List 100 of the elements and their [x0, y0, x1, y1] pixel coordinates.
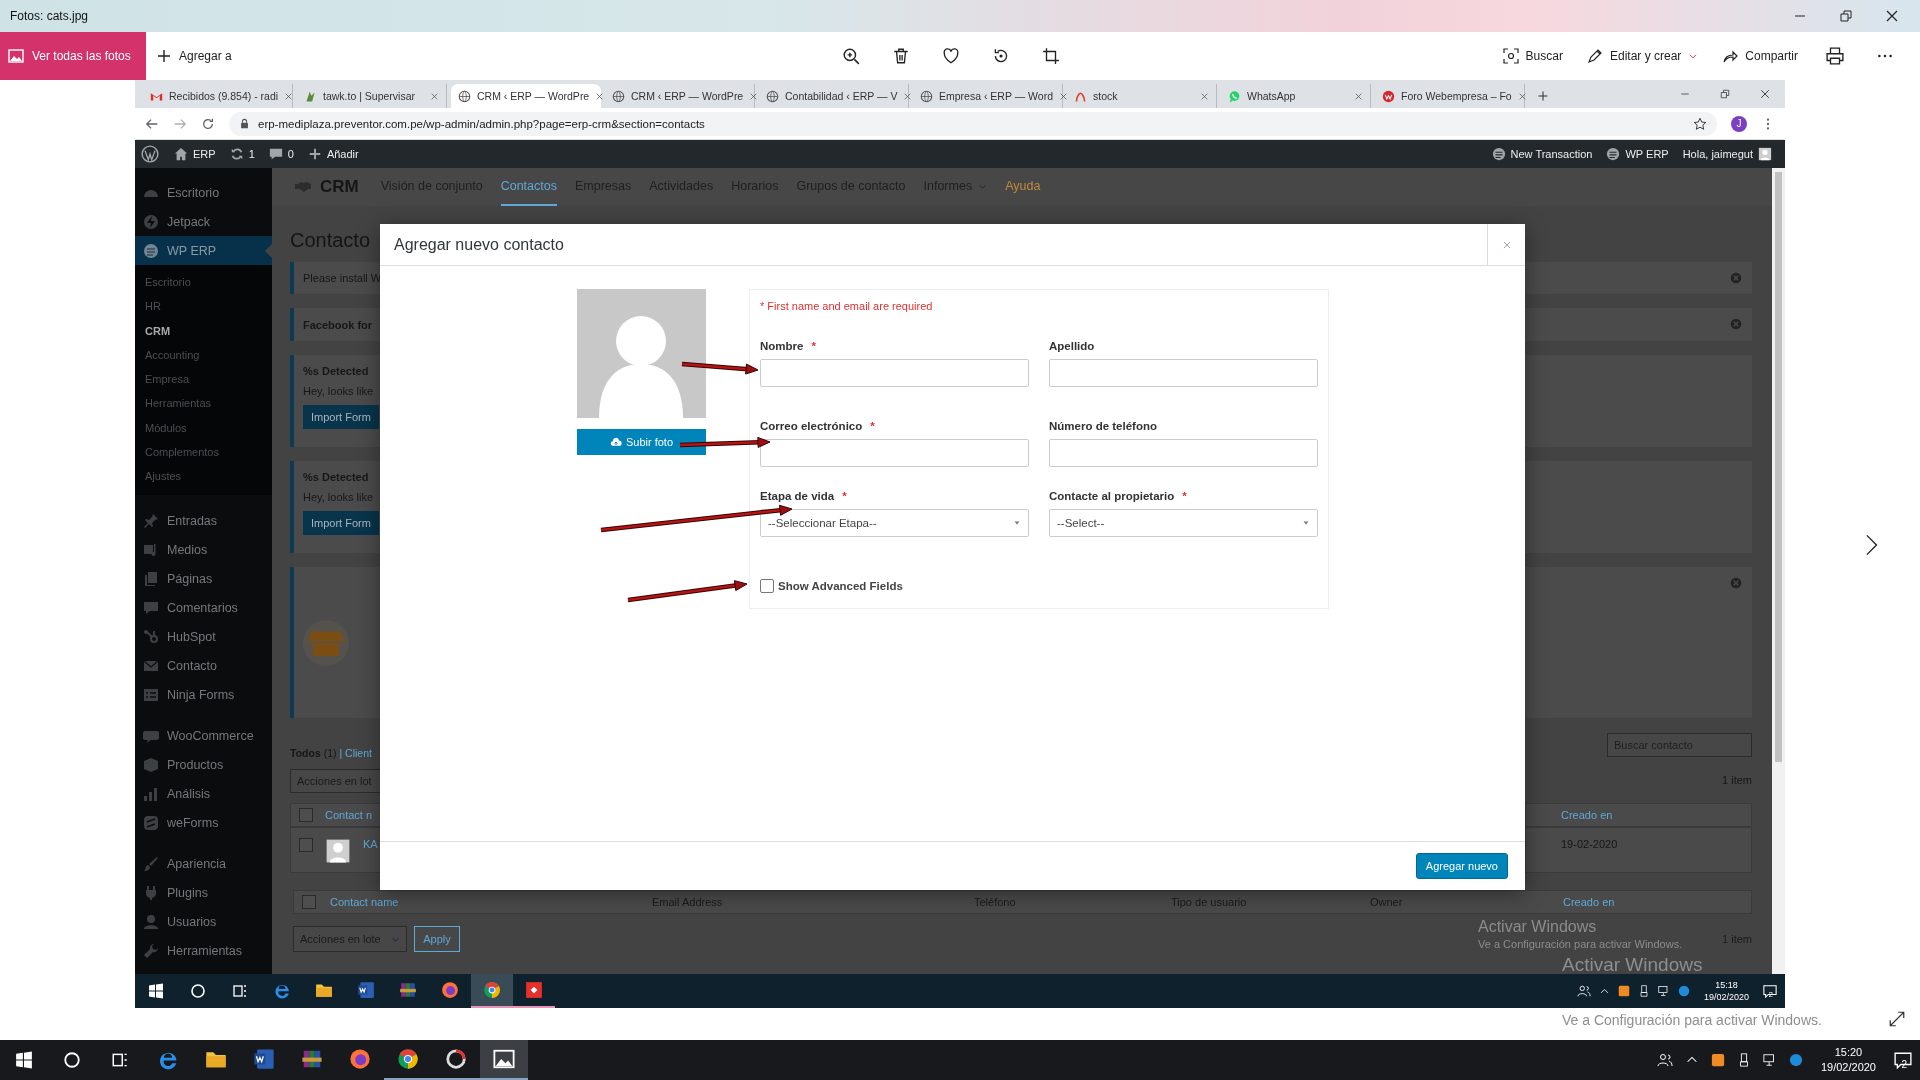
admin-bar-link[interactable]: WP ERP — [1599, 140, 1676, 168]
input-field[interactable] — [1049, 439, 1318, 467]
sidebar-item[interactable]: Usuarios — [135, 907, 272, 937]
heart-icon[interactable] — [941, 47, 960, 65]
sidebar-item[interactable]: WooCommerce — [135, 721, 272, 751]
people-icon[interactable] — [1656, 1052, 1673, 1068]
submenu-item[interactable]: Ajustes — [135, 464, 272, 489]
sidebar-item[interactable]: Productos — [135, 750, 272, 780]
expand-icon[interactable] — [1888, 1010, 1906, 1028]
sidebar-item[interactable]: Contacto — [135, 651, 272, 681]
sidebar-item[interactable]: Análisis — [135, 779, 272, 809]
tray-app-icon[interactable] — [1710, 1053, 1725, 1067]
input-field[interactable] — [760, 359, 1029, 387]
zoom-in-icon[interactable] — [841, 47, 860, 65]
submenu-item[interactable]: Módulos — [135, 415, 272, 441]
checkbox-label[interactable]: Show Advanced Fields — [778, 580, 903, 592]
start-icon[interactable] — [148, 983, 164, 999]
sidebar-item[interactable]: Medios — [135, 535, 272, 565]
tray-app-icon[interactable] — [1617, 985, 1630, 997]
sidebar-item[interactable]: Páginas — [135, 564, 272, 594]
input-field[interactable] — [760, 439, 1029, 467]
start-icon[interactable] — [15, 1051, 33, 1069]
reload-icon[interactable] — [201, 116, 215, 131]
checkbox[interactable] — [299, 838, 313, 852]
admin-bar-link[interactable]: 1 — [222, 140, 262, 168]
sidebar-item[interactable]: Escritorio — [135, 178, 272, 207]
trash-icon[interactable] — [891, 47, 910, 65]
sidebar-item[interactable]: Entradas — [135, 506, 272, 536]
taskbar-app[interactable] — [480, 1040, 528, 1080]
apply-button[interactable]: Apply — [414, 926, 460, 952]
browser-tab[interactable]: CRM ‹ ERP — WordPre — [451, 84, 601, 108]
address-bar[interactable]: erp-mediplaza.preventor.com.pe/wp-admin/admin.php?page=erp-crm&section=contacts — [229, 111, 1717, 136]
all-photos-button[interactable]: Ver todas las fotos — [0, 32, 146, 80]
dropdown[interactable]: --Seleccionar Etapa-- — [760, 509, 1029, 537]
tray-app-icon[interactable] — [1788, 1053, 1803, 1067]
upload-photo-button[interactable]: Subir foto — [577, 429, 706, 455]
circle-icon[interactable] — [190, 983, 206, 999]
task-view-icon[interactable] — [232, 983, 248, 999]
circle-icon[interactable] — [63, 1051, 81, 1069]
close-icon[interactable] — [1884, 8, 1900, 24]
checkbox[interactable] — [299, 808, 313, 822]
star-icon[interactable] — [1693, 116, 1707, 131]
submenu-item[interactable]: Complementos — [135, 440, 272, 465]
notification-icon[interactable] — [1894, 1051, 1912, 1069]
task-view-icon[interactable] — [111, 1051, 129, 1069]
profile-avatar[interactable]: J — [1731, 115, 1747, 132]
checkbox[interactable] — [302, 895, 316, 909]
column-header[interactable]: Contact n — [325, 809, 373, 821]
sidebar-item[interactable]: Herramientas — [135, 936, 272, 966]
back-icon[interactable] — [145, 116, 159, 131]
submenu-item[interactable]: Accounting — [135, 342, 272, 368]
add-to-button[interactable]: Agregar a — [146, 40, 242, 72]
admin-bar-link[interactable]: ERP — [167, 140, 223, 168]
add-new-button[interactable]: Agregar nuevo — [1415, 853, 1508, 879]
clock[interactable]: 15:20 19/02/2020 — [1820, 1045, 1876, 1075]
submenu-item[interactable]: Herramientas — [135, 391, 272, 416]
submenu-item[interactable]: Empresa — [135, 367, 272, 392]
clock[interactable]: 15:18 19/02/2020 — [1703, 979, 1749, 1003]
plus-icon[interactable] — [1537, 90, 1549, 102]
submenu-item[interactable]: Escritorio — [135, 270, 272, 295]
import-button[interactable]: Import Form — [303, 511, 379, 535]
account-link[interactable]: Hola, jaimegut — [1675, 140, 1779, 168]
restore-icon[interactable] — [1719, 88, 1731, 100]
admin-bar-link[interactable]: 0 — [261, 140, 301, 168]
submenu-item[interactable]: HR — [135, 294, 272, 319]
crop-icon[interactable] — [1041, 47, 1060, 65]
printer-icon[interactable] — [1826, 47, 1844, 65]
column-header[interactable]: Creado en — [1561, 809, 1613, 821]
crm-nav-link[interactable]: Ayuda — [1005, 168, 1041, 206]
dropdown[interactable]: --Select-- — [1049, 509, 1318, 537]
admin-bar-link[interactable]: Añadir — [300, 140, 366, 168]
submenu-item[interactable]: CRM — [135, 318, 272, 343]
sidebar-item[interactable]: Plugins — [135, 878, 272, 908]
sidebar-item[interactable]: Comentarios — [135, 593, 272, 623]
sidebar-item[interactable]: Ninja Forms — [135, 680, 272, 710]
input-field[interactable] — [1049, 359, 1318, 387]
sidebar-item[interactable]: Apariencia — [135, 849, 272, 879]
tray-app-icon[interactable] — [1677, 985, 1690, 997]
logo-icon[interactable] — [141, 145, 159, 163]
admin-bar-link[interactable]: New Transaction — [1484, 140, 1600, 168]
restore-icon[interactable] — [1838, 8, 1854, 24]
sidebar-item[interactable]: WP ERP — [135, 236, 272, 265]
contact-name-link[interactable]: KA — [363, 838, 378, 850]
edit-create-button[interactable]: Editar y crear — [1576, 40, 1709, 72]
crm-nav-link[interactable]: Contactos — [500, 168, 557, 206]
filter-link[interactable]: | Client — [339, 747, 372, 759]
search-button[interactable]: Buscar — [1492, 40, 1573, 72]
drive-icon[interactable] — [1637, 985, 1650, 997]
network-icon[interactable] — [1762, 1053, 1777, 1067]
share-button[interactable]: Compartir — [1712, 40, 1808, 72]
notification-icon[interactable] — [1763, 984, 1777, 998]
sidebar-item[interactable]: HubSpot — [135, 622, 272, 652]
import-button[interactable]: Import Form — [303, 405, 379, 429]
network-icon[interactable] — [1657, 985, 1670, 997]
checkbox[interactable] — [760, 579, 774, 593]
people-icon[interactable] — [1576, 984, 1591, 998]
column-header[interactable]: Creado en — [1563, 896, 1615, 908]
close-icon[interactable] — [1759, 88, 1771, 100]
column-header[interactable]: Contact name — [330, 896, 652, 908]
sidebar-item[interactable]: weForms — [135, 808, 272, 838]
